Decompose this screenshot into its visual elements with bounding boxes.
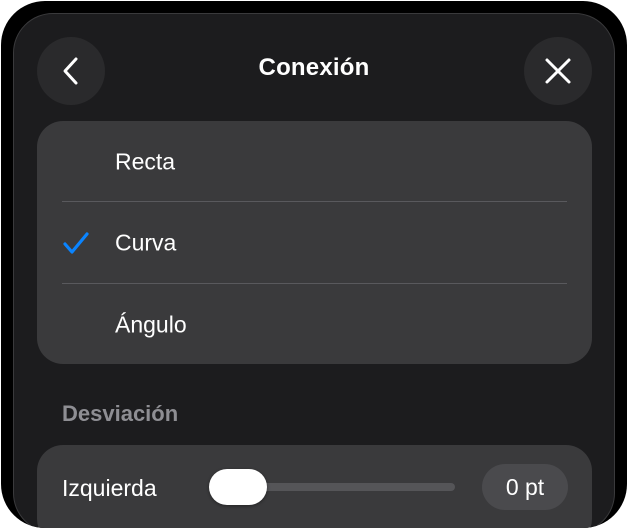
close-icon (545, 58, 571, 84)
option-label: Curva (115, 229, 177, 255)
window-frame: Conexión Recta Curva Ángulo Desviación I… (0, 0, 628, 529)
section-title-deviation: Desviación (62, 401, 179, 426)
deviation-slider-thumb[interactable] (209, 469, 267, 505)
checkmark-icon (63, 231, 89, 254)
close-button[interactable] (524, 37, 592, 105)
device-bezel: Conexión Recta Curva Ángulo Desviación I… (1, 1, 627, 528)
option-label: Ángulo (115, 311, 187, 337)
connection-popover: Conexión Recta Curva Ángulo Desviación I… (13, 13, 615, 528)
deviation-left-row: Izquierda 0 pt (37, 445, 592, 528)
slider-label: Izquierda (62, 475, 157, 501)
option-angulo[interactable]: Ángulo (37, 284, 592, 364)
option-curva[interactable]: Curva (37, 202, 592, 283)
connection-type-list: Recta Curva Ángulo (37, 121, 592, 364)
option-label: Recta (115, 148, 176, 174)
option-recta[interactable]: Recta (37, 121, 592, 202)
deviation-value-field[interactable]: 0 pt (482, 464, 568, 510)
